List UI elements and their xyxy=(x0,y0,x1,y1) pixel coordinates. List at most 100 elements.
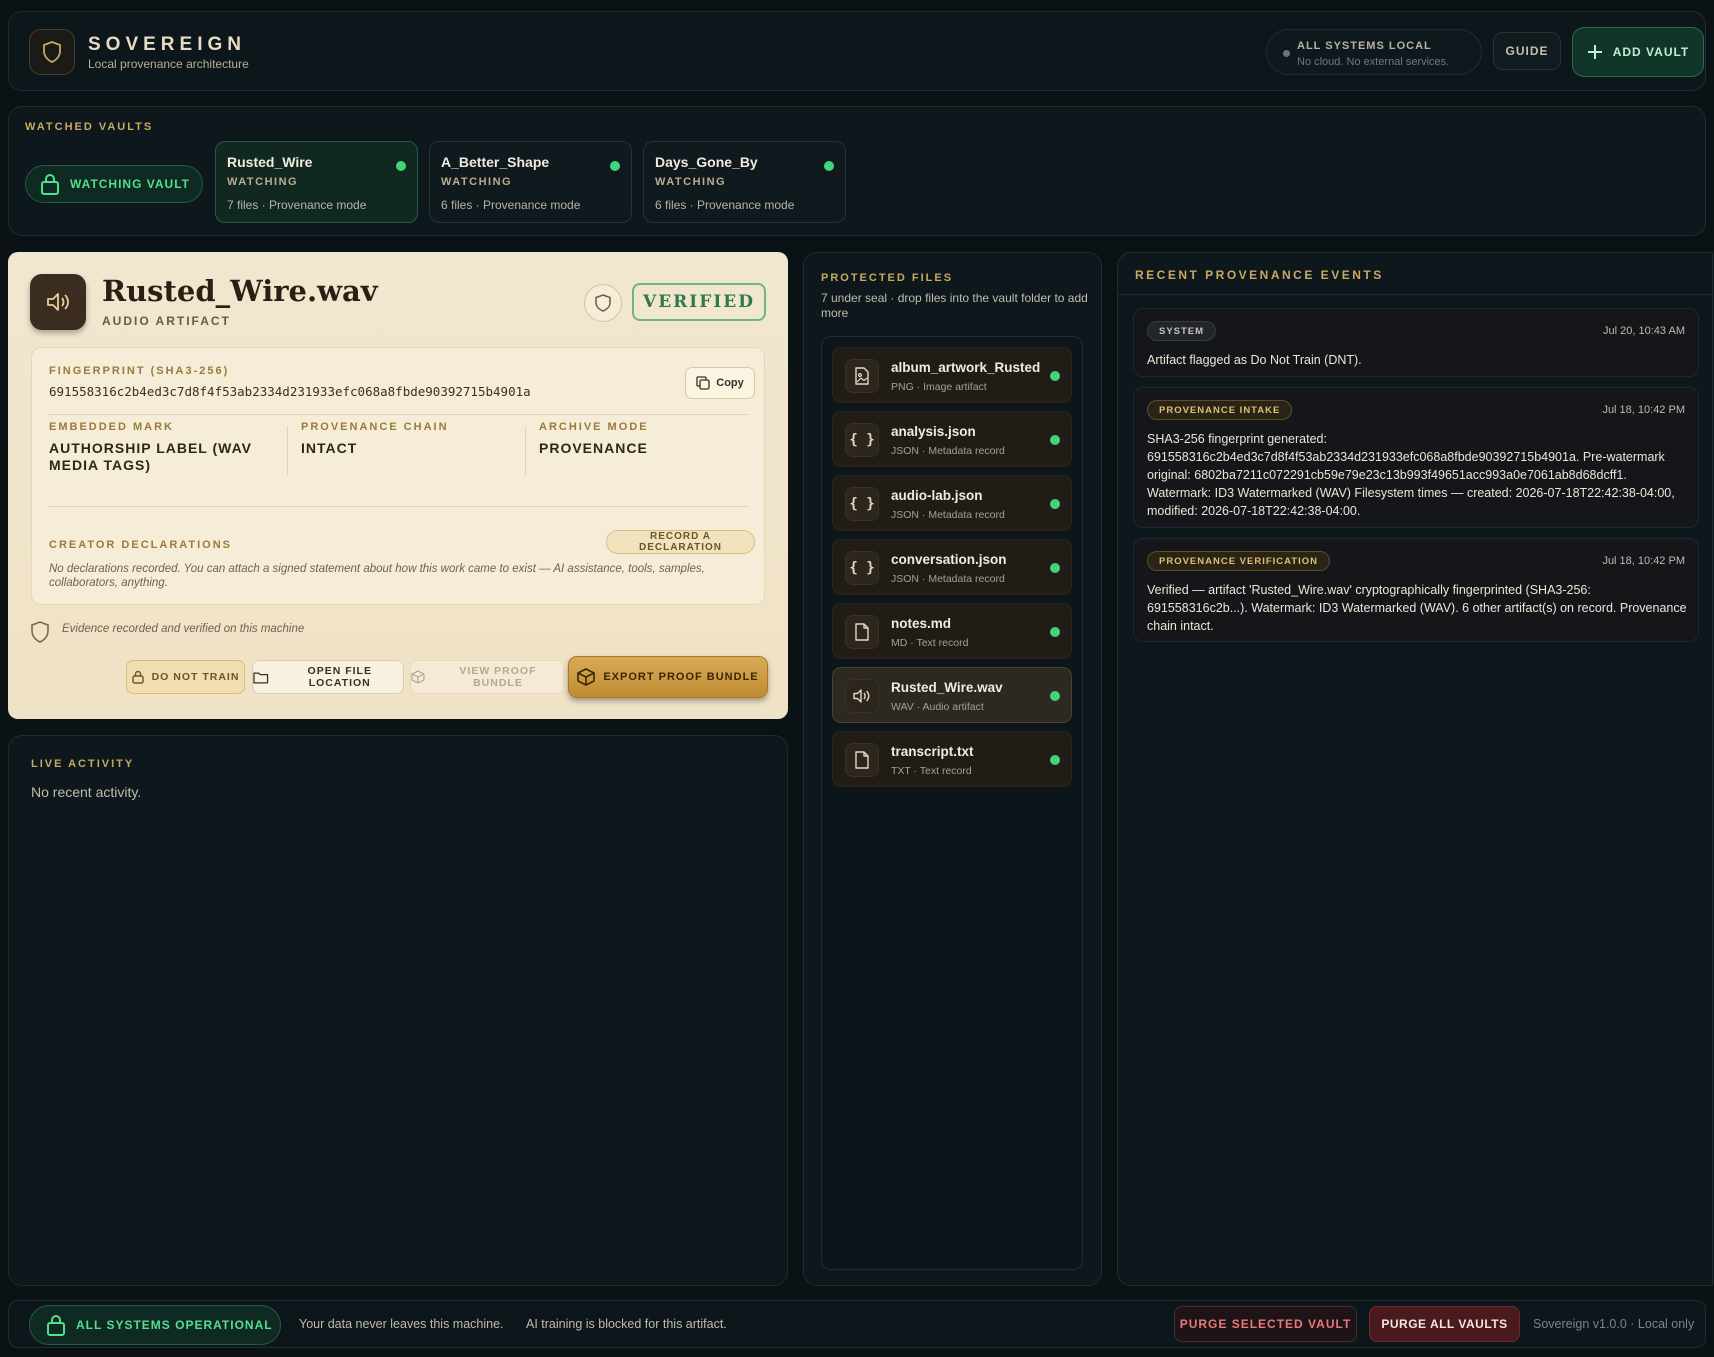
status-dot-icon xyxy=(1050,435,1060,445)
archive-mode-value: PROVENANCE xyxy=(539,440,648,456)
json-braces-icon: { } xyxy=(845,551,879,585)
copy-fingerprint-button[interactable]: Copy xyxy=(685,367,755,399)
embedded-mark-field: EMBEDDED MARK AUTHORSHIP LABEL (WAV MEDI… xyxy=(49,421,269,479)
purge-selected-vault-button[interactable]: PURGE SELECTED VAULT xyxy=(1174,1306,1357,1342)
view-proof-bundle-button[interactable]: VIEW PROOF BUNDLE xyxy=(410,660,564,694)
fingerprint-value: 691558316c2b4ed3c7d8f4f53ab2334d231933ef… xyxy=(49,384,531,399)
file-meta: JSON · Metadata record xyxy=(891,445,1005,457)
package-icon xyxy=(411,670,425,684)
status-dot-icon xyxy=(396,161,406,171)
purge-all-vaults-button[interactable]: PURGE ALL VAULTS xyxy=(1369,1306,1520,1342)
document-icon xyxy=(845,615,879,649)
operational-status-pill: ALL SYSTEMS OPERATIONAL xyxy=(29,1305,281,1345)
privacy-note: Your data never leaves this machine. xyxy=(299,1317,504,1331)
document-icon xyxy=(845,743,879,777)
status-footer: ALL SYSTEMS OPERATIONAL Your data never … xyxy=(8,1300,1706,1348)
file-name: conversation.json xyxy=(891,552,1007,567)
speaker-icon xyxy=(30,274,86,330)
copy-icon xyxy=(696,376,710,390)
image-file-icon xyxy=(845,359,879,393)
file-name: Rusted_Wire.wav xyxy=(891,680,1003,695)
embedded-mark-label: EMBEDDED MARK xyxy=(49,421,174,433)
operational-status-label: ALL SYSTEMS OPERATIONAL xyxy=(76,1318,273,1332)
provenance-chain-label: PROVENANCE CHAIN xyxy=(301,421,449,433)
divider xyxy=(49,506,749,507)
file-row-transcript-txt[interactable]: transcript.txt TXT · Text record xyxy=(832,731,1072,787)
do-not-train-label: DO NOT TRAIN xyxy=(151,671,240,683)
file-name: transcript.txt xyxy=(891,744,974,759)
export-proof-bundle-button[interactable]: EXPORT PROOF BUNDLE xyxy=(568,656,768,698)
vault-card-a-better-shape[interactable]: A_Better_Shape WATCHING 6 files · Proven… xyxy=(429,141,632,223)
provenance-chain-value: INTACT xyxy=(301,440,358,456)
vault-name: Rusted_Wire xyxy=(227,154,313,170)
fingerprint-label: FINGERPRINT (SHA3-256) xyxy=(49,365,230,377)
provenance-chain-field: PROVENANCE CHAIN INTACT xyxy=(301,421,511,479)
event-text: Artifact flagged as Do Not Train (DNT). xyxy=(1147,353,1362,367)
status-dot-icon xyxy=(1050,755,1060,765)
artifact-type: AUDIO ARTIFACT xyxy=(102,314,231,328)
shield-button[interactable] xyxy=(584,284,622,322)
status-dot-icon xyxy=(1050,563,1060,573)
system-status-indicator: ALL SYSTEMS LOCAL No cloud. No external … xyxy=(1266,29,1482,75)
archive-mode-field: ARCHIVE MODE PROVENANCE xyxy=(539,421,749,479)
status-dot-icon xyxy=(610,161,620,171)
copy-label: Copy xyxy=(716,377,744,389)
file-meta: TXT · Text record xyxy=(891,765,972,777)
event-time: Jul 18, 10:42 PM xyxy=(1602,555,1685,567)
file-row-album-artwork[interactable]: album_artwork_Rusted PNG · Image artifac… xyxy=(832,347,1072,403)
system-status-subtitle: No cloud. No external services. xyxy=(1297,56,1450,68)
json-braces-icon: { } xyxy=(845,487,879,521)
system-status-title: ALL SYSTEMS LOCAL xyxy=(1297,40,1432,52)
live-activity-empty: No recent activity. xyxy=(31,784,142,800)
lock-icon xyxy=(41,174,59,195)
vault-status: WATCHING xyxy=(655,176,727,188)
event-tag: PROVENANCE VERIFICATION xyxy=(1147,551,1331,571)
speaker-icon xyxy=(845,679,879,713)
training-blocked-note: AI training is blocked for this artifact… xyxy=(526,1317,727,1331)
package-icon xyxy=(577,668,596,686)
add-vault-button[interactable]: ADD VAULT xyxy=(1572,27,1704,77)
file-row-notes-md[interactable]: notes.md MD · Text record xyxy=(832,603,1072,659)
status-dot-icon xyxy=(824,161,834,171)
vault-name: Days_Gone_By xyxy=(655,154,758,170)
live-activity-panel: LIVE ACTIVITY No recent activity. xyxy=(8,735,788,1286)
add-vault-label: ADD VAULT xyxy=(1612,45,1690,59)
shield-icon xyxy=(29,29,75,75)
brand-name: SOVEREIGN xyxy=(88,34,246,55)
open-file-location-button[interactable]: OPEN FILE LOCATION xyxy=(252,660,404,694)
file-name: notes.md xyxy=(891,616,952,631)
json-braces-icon: { } xyxy=(845,423,879,457)
file-row-rusted-wire-wav[interactable]: Rusted_Wire.wav WAV · Audio artifact xyxy=(832,667,1072,723)
embedded-mark-value: AUTHORSHIP LABEL (WAV MEDIA TAGS) xyxy=(49,440,253,473)
open-file-location-label: OPEN FILE LOCATION xyxy=(307,665,372,689)
vault-card-days-gone-by[interactable]: Days_Gone_By WATCHING 6 files · Provenan… xyxy=(643,141,846,223)
verified-badge: VERIFIED xyxy=(632,283,766,321)
divider xyxy=(287,426,288,476)
live-activity-title: LIVE ACTIVITY xyxy=(31,758,135,770)
file-meta: JSON · Metadata record xyxy=(891,573,1005,585)
divider xyxy=(49,414,749,415)
brand-tagline: Local provenance architecture xyxy=(88,57,249,71)
creator-declarations-label: CREATOR DECLARATIONS xyxy=(49,539,232,551)
event-time: Jul 20, 10:43 AM xyxy=(1603,325,1685,337)
vault-name: A_Better_Shape xyxy=(441,154,550,170)
vault-status: WATCHING xyxy=(441,176,513,188)
fingerprint-panel: FINGERPRINT (SHA3-256) 691558316c2b4ed3c… xyxy=(31,347,765,605)
file-row-conversation-json[interactable]: { } conversation.json JSON · Metadata re… xyxy=(832,539,1072,595)
view-proof-bundle-label: VIEW PROOF BUNDLE xyxy=(459,665,537,689)
vault-card-rusted-wire[interactable]: Rusted_Wire WATCHING 7 files · Provenanc… xyxy=(215,141,418,223)
event-card: PROVENANCE VERIFICATION Jul 18, 10:42 PM… xyxy=(1133,538,1699,642)
status-dot-icon xyxy=(1050,691,1060,701)
event-tag: PROVENANCE INTAKE xyxy=(1147,400,1293,420)
record-declaration-button[interactable]: RECORD A DECLARATION xyxy=(606,530,755,554)
file-list: album_artwork_Rusted PNG · Image artifac… xyxy=(821,336,1083,1270)
file-name: audio-lab.json xyxy=(891,488,983,503)
do-not-train-button[interactable]: DO NOT TRAIN xyxy=(126,660,245,694)
file-row-audio-lab-json[interactable]: { } audio-lab.json JSON · Metadata recor… xyxy=(832,475,1072,531)
guide-button[interactable]: GUIDE xyxy=(1493,32,1561,70)
event-card: PROVENANCE INTAKE Jul 18, 10:42 PM SHA3-… xyxy=(1133,387,1699,528)
file-meta: PNG · Image artifact xyxy=(891,381,987,393)
file-row-analysis-json[interactable]: { } analysis.json JSON · Metadata record xyxy=(832,411,1072,467)
shield-icon xyxy=(595,294,611,312)
folder-icon xyxy=(253,672,269,683)
